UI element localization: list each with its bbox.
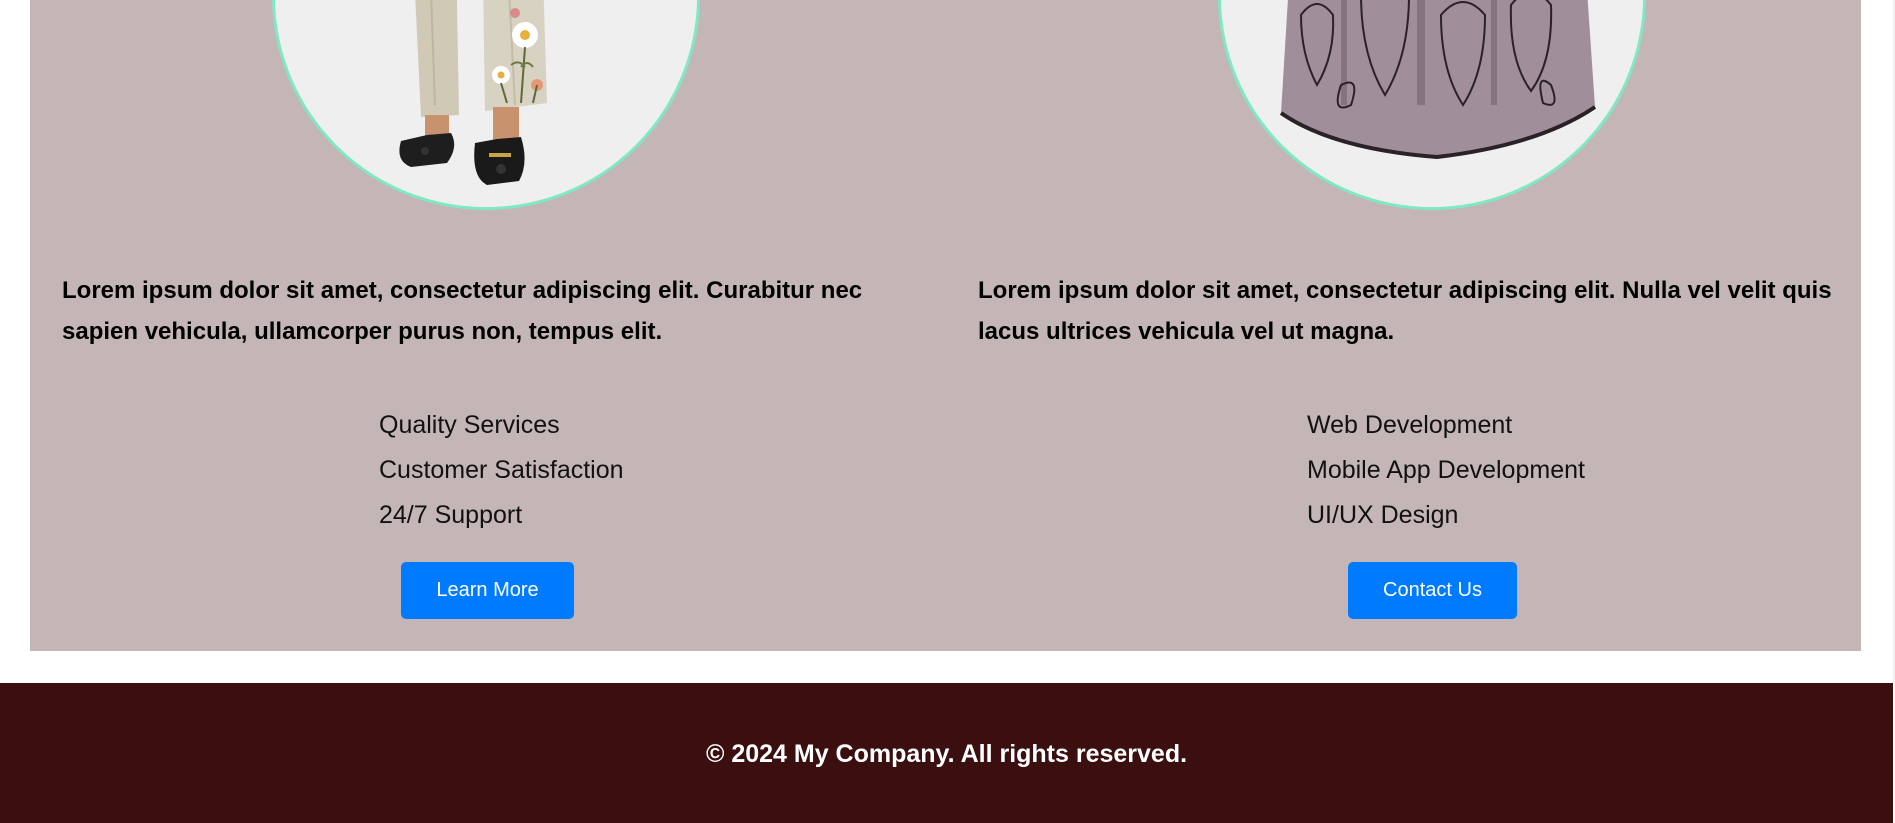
feature-item: 24/7 Support — [379, 501, 523, 529]
services-section: Lorem ipsum dolor sit amet, consectetur … — [30, 0, 1861, 651]
feature-item: Customer Satisfaction — [379, 456, 624, 484]
feature-item: UI/UX Design — [1307, 501, 1459, 529]
service-card-left: Lorem ipsum dolor sit amet, consectetur … — [30, 0, 945, 651]
feature-item: Quality Services — [379, 411, 560, 439]
feature-item: Mobile App Development — [1307, 456, 1585, 484]
card-description: Lorem ipsum dolor sit amet, consectetur … — [978, 277, 1832, 345]
feature-item: Web Development — [1307, 411, 1513, 439]
product-image-trousers — [272, 0, 700, 210]
feature-list: Web Development Mobile App Development U… — [1307, 403, 1585, 538]
product-image-dress — [1218, 0, 1646, 210]
contact-us-button[interactable]: Contact Us — [1348, 562, 1517, 619]
page-footer: © 2024 My Company. All rights reserved. — [0, 683, 1893, 823]
copyright-text: © 2024 My Company. All rights reserved. — [705, 739, 1188, 768]
page: Lorem ipsum dolor sit amet, consectetur … — [0, 0, 1895, 823]
service-card-right: Lorem ipsum dolor sit amet, consectetur … — [945, 0, 1861, 651]
feature-list: Quality Services Customer Satisfaction 2… — [379, 403, 624, 538]
card-description: Lorem ipsum dolor sit amet, consectetur … — [62, 277, 863, 345]
learn-more-button[interactable]: Learn More — [401, 562, 574, 619]
